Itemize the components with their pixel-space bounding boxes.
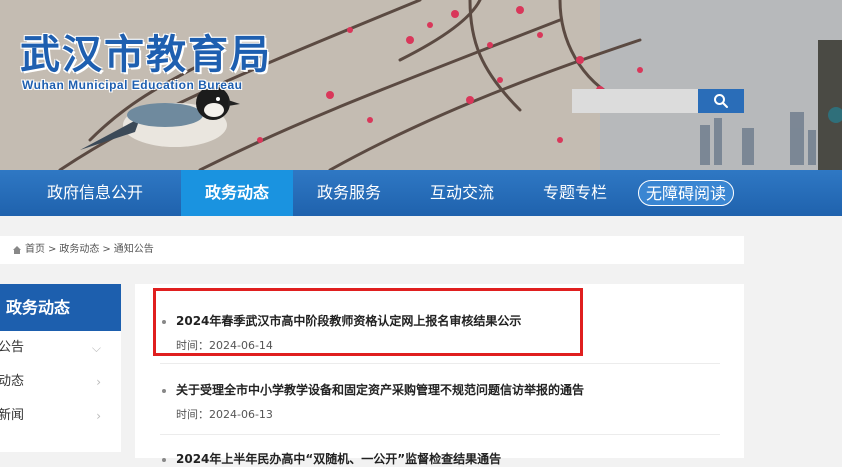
sidebar-item-label: 新闻 [0, 408, 25, 423]
chevron-down-icon: ⌵ [91, 341, 101, 355]
chevron-right-icon: › [96, 375, 101, 389]
nav-item-interaction[interactable]: 互动交流 [414, 170, 510, 216]
bullet-icon [162, 458, 166, 462]
header-banner: 武汉市教育局 Wuhan Municipal Education Bureau [0, 0, 842, 170]
breadcrumb-gov-news[interactable]: 政务动态 [59, 236, 99, 264]
sidebar: 政务动态 公告 ⌵ 动态 › 新闻 › [0, 284, 121, 452]
chevron-right-icon: › [96, 409, 101, 423]
highlight-box [153, 288, 583, 356]
news-date: 时间：2024-06-13 [176, 408, 273, 421]
bullet-icon [162, 389, 166, 393]
sidebar-heading: 政务动态 [0, 284, 121, 331]
breadcrumb: 首页 > 政务动态 > 通知公告 [0, 236, 744, 264]
nav-item-gov-service[interactable]: 政务服务 [302, 170, 396, 216]
search-icon [714, 94, 728, 108]
nav-item-special-topics[interactable]: 专题专栏 [528, 170, 622, 216]
nav-item-gov-info[interactable]: 政府信息公开 [27, 170, 163, 216]
sidebar-item-announcements[interactable]: 公告 ⌵ [0, 331, 121, 365]
site-title[interactable]: 武汉市教育局 [20, 22, 272, 80]
news-title[interactable]: 2024年上半年民办高中“双随机、一公开”监督检查结果通告 [176, 450, 501, 467]
breadcrumb-home[interactable]: 首页 [25, 236, 45, 264]
search-button[interactable] [698, 89, 744, 113]
nav-item-gov-news[interactable]: 政务动态 [181, 170, 293, 216]
search-input[interactable] [572, 89, 698, 113]
divider [160, 434, 720, 435]
news-title[interactable]: 关于受理全市中小学教学设备和固定资产采购管理不规范问题信访举报的通告 [176, 381, 584, 398]
breadcrumb-separator: > [102, 244, 111, 255]
home-icon [13, 246, 21, 254]
sidebar-item-dynamics[interactable]: 动态 › [0, 365, 121, 399]
accessibility-button[interactable]: 无障碍阅读 [638, 180, 734, 206]
site-subtitle: Wuhan Municipal Education Bureau [22, 78, 243, 92]
sidebar-item-news[interactable]: 新闻 › [0, 399, 121, 433]
sidebar-item-label: 公告 [0, 340, 25, 355]
sidebar-item-label: 动态 [0, 374, 25, 389]
breadcrumb-separator: > [48, 244, 57, 255]
divider [160, 363, 720, 364]
breadcrumb-notices[interactable]: 通知公告 [114, 236, 154, 264]
